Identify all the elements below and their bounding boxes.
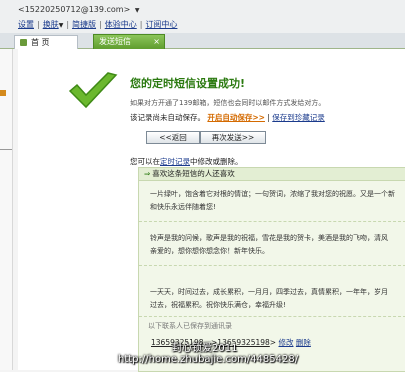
view-line: 您可以在定时记录中修改或删除。 (130, 156, 243, 167)
edit-link[interactable]: 修改 (278, 338, 293, 347)
top-bar: <15220250712@139.com> ▼ 设置 | 换肤▼ | 简捷版 | 体验中心 |… (0, 0, 405, 34)
message-item[interactable]: 一天天，时间过去，成长累积，一月月，四季过去，真情累积，一年年，岁月 过去，祝福… (150, 286, 388, 312)
arrow-icon: ⇒ (144, 169, 151, 178)
save-line: 该记录尚未自动保存。 开启自动保存>> | 保存到珍藏记录 (130, 112, 325, 123)
success-title: 您的定时短信设置成功! (130, 77, 246, 90)
chevron-down-icon[interactable]: ▼ (59, 22, 64, 29)
main-panel: 您的定时短信设置成功! 如果对方开通了139邮箱，短信也会同时以邮件方式发给对方… (18, 49, 405, 372)
settings-link[interactable]: 设置 (18, 20, 34, 29)
top-links: 设置 | 换肤▼ | 简捷版 | 体验中心 | 订阅中心 (18, 19, 177, 30)
checkmark-icon (68, 72, 118, 109)
divider (139, 265, 405, 266)
close-icon[interactable]: × (153, 35, 160, 49)
history-title: 以下联系人已保存到通讯录 (148, 322, 232, 330)
auto-save-link[interactable]: 开启自动保存>> (207, 113, 265, 122)
view-prefix: 您可以在 (130, 157, 160, 166)
divider (139, 316, 405, 317)
message-line: 铃声是我的问候，歌声是我的祝福，雪花是我的贺卡，美酒是我的飞吻，清风 (150, 234, 388, 242)
save-to-favorites-link[interactable]: 保存到珍藏记录 (272, 113, 325, 122)
tab-send-sms[interactable]: 发送短信 × (93, 34, 165, 49)
recommended-header: ⇒ 喜欢这条短信的人还喜欢 (139, 168, 405, 181)
divider (139, 221, 405, 222)
delete-link[interactable]: 删除 (296, 338, 311, 347)
watermark-text: 封心锁爱2011 (172, 343, 238, 354)
separator: | (267, 113, 270, 122)
message-line: 一天天，时间过去，成长累积，一月月，四季过去，真情累积，一年年，岁月 (150, 288, 388, 296)
lite-link[interactable]: 简捷版 (72, 20, 96, 29)
view-suffix: 中修改或删除。 (190, 157, 243, 166)
left-sidebar (0, 49, 13, 370)
tab-bar: 首 页 发送短信 × (0, 33, 405, 49)
message-line: 过去，祝福累积。祝你快乐满仓，幸福升级! (150, 301, 286, 309)
message-line: 一片绿叶，饱含着它对根的情谊；一句贺词，浓缩了我对您的祝愿。又是一个新 (150, 190, 395, 198)
message-line: 亲爱的，想你想你想念你！新年快乐。 (150, 247, 269, 255)
recommended-heading: 喜欢这条短信的人还喜欢 (152, 169, 235, 178)
home-icon (20, 39, 27, 46)
separator: | (99, 20, 102, 29)
message-line: 和快乐永远伴随着您! (150, 203, 216, 211)
account-email: <15220250712@139.com> (18, 5, 131, 14)
success-note: 如果对方开通了139邮箱，短信也会同时以邮件方式发给对方。 (130, 99, 326, 107)
tab-home[interactable]: 首 页 (14, 35, 78, 49)
experience-center-link[interactable]: 体验中心 (105, 20, 137, 29)
account-selector[interactable]: <15220250712@139.com> ▼ (18, 5, 139, 14)
sidebar-marker (0, 90, 6, 96)
skin-link[interactable]: 换肤 (43, 20, 59, 29)
separator: | (66, 20, 70, 29)
separator: | (37, 20, 40, 29)
divider (0, 149, 12, 150)
tab-send-sms-label: 发送短信 (99, 37, 131, 46)
tab-home-label: 首 页 (31, 38, 50, 47)
message-item[interactable]: 一片绿叶，饱含着它对根的情谊；一句贺词，浓缩了我对您的祝愿。又是一个新 和快乐永… (150, 188, 395, 214)
scheduled-records-link[interactable]: 定时记录 (160, 157, 190, 166)
separator: | (139, 20, 143, 29)
chevron-down-icon: ▼ (134, 7, 140, 14)
subscribe-center-link[interactable]: 订阅中心 (145, 20, 177, 29)
contact-suffix: > (269, 338, 277, 347)
save-status: 该记录尚未自动保存。 (130, 113, 205, 122)
back-button[interactable]: <<返回 (146, 131, 200, 144)
resend-button[interactable]: 再次发送>> (200, 131, 266, 144)
watermark-url: http://home.zhubajie.com/4485428/ (118, 354, 299, 365)
message-item[interactable]: 铃声是我的问候，歌声是我的祝福，雪花是我的贺卡，美酒是我的飞吻，清风 亲爱的，想… (150, 232, 388, 258)
